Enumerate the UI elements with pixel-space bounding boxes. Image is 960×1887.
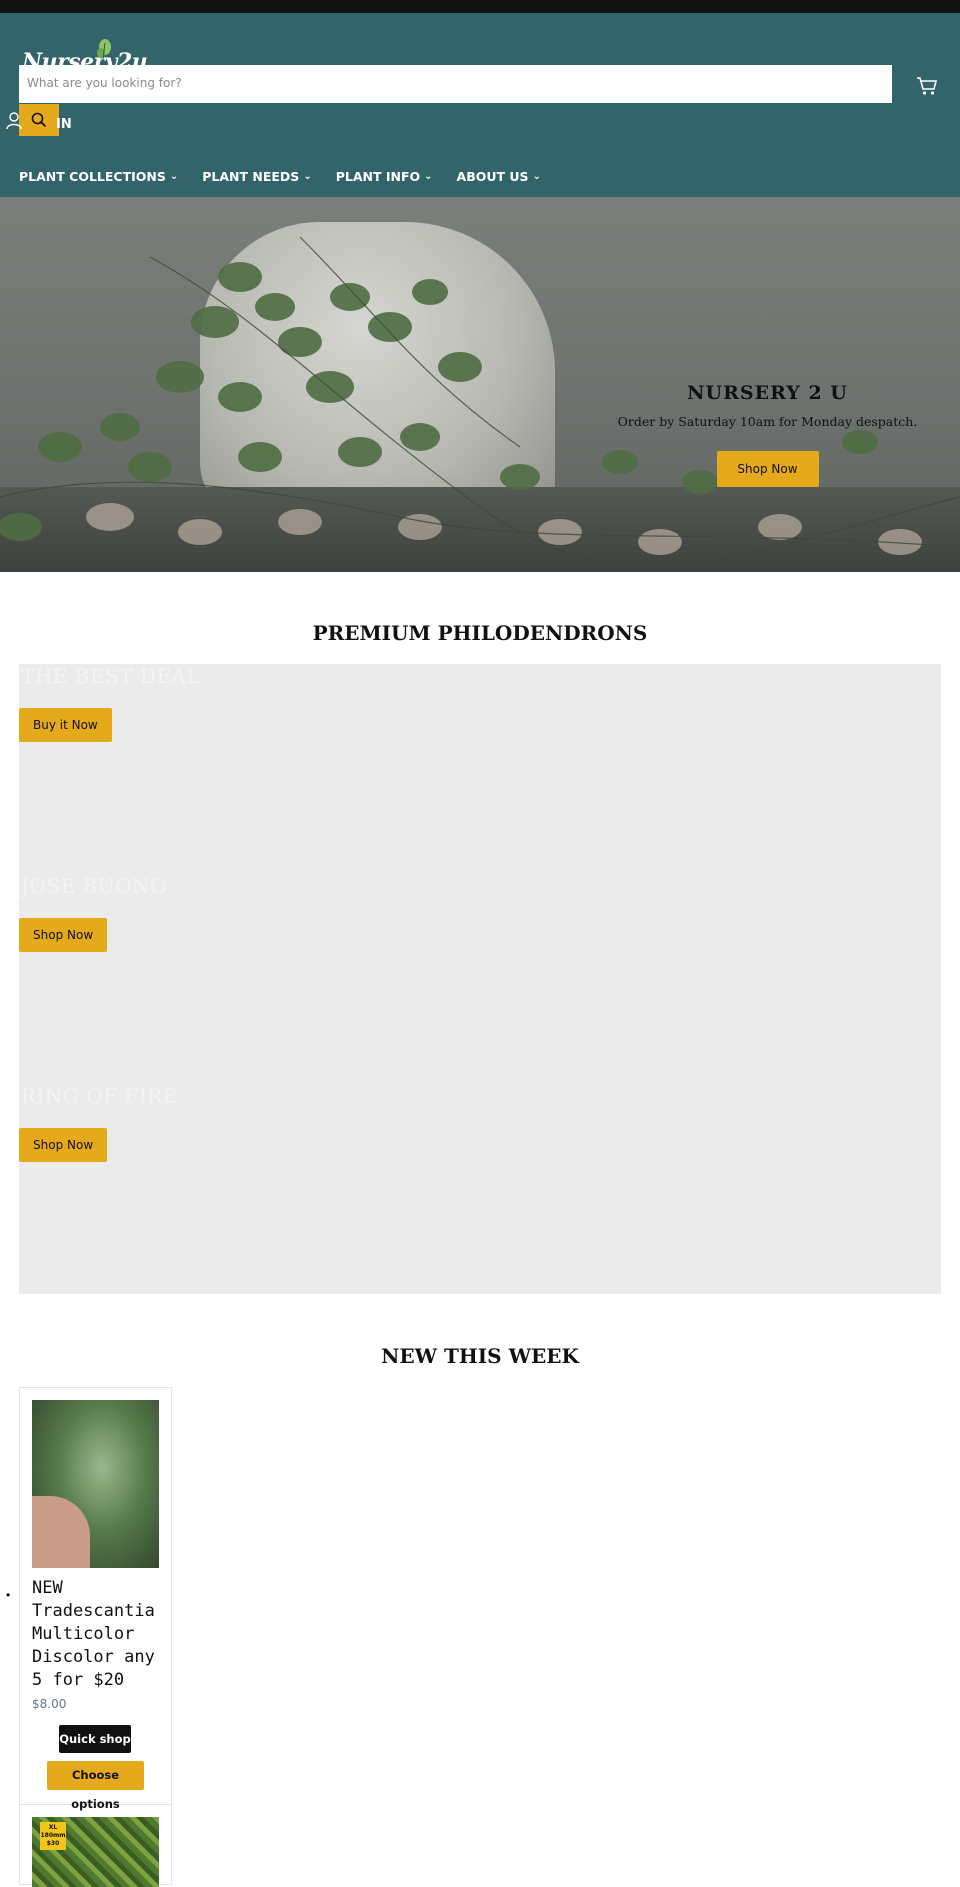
announcement-bar	[0, 0, 960, 13]
chevron-down-icon: ⌄	[532, 170, 541, 182]
leaf-icon	[97, 39, 111, 60]
nav-label: PLANT INFO	[335, 168, 421, 184]
philodendrons-slideshow: THE BEST DEAL Buy it Now JOSE BUONO Shop…	[19, 664, 941, 1294]
nav-plant-collections[interactable]: PLANT COLLECTIONS ⌄	[19, 166, 178, 186]
nav-label: PLANT COLLECTIONS	[19, 168, 166, 184]
size-price-badge: XL 180mm $30	[40, 1822, 66, 1850]
hero-shop-now-button[interactable]: Shop Now	[716, 451, 819, 487]
nav-label: ABOUT US	[456, 168, 529, 184]
slide-heading: RING OF FIRE	[21, 1084, 178, 1108]
buy-it-now-button[interactable]: Buy it Now	[19, 708, 112, 742]
shop-now-button[interactable]: Shop Now	[19, 1128, 108, 1162]
account-icon[interactable]	[6, 112, 22, 130]
choose-options-button[interactable]: Choose options	[47, 1761, 144, 1811]
badge-line: $30	[46, 1840, 60, 1847]
product-title[interactable]: NEW Tradescantia Multicolor Discolor any…	[32, 1577, 162, 1692]
nav-label: PLANT NEEDS	[202, 168, 300, 184]
hero-subtitle: Order by Saturday 10am for Monday despat…	[617, 414, 918, 429]
chevron-down-icon: ⌄	[303, 170, 312, 182]
slide-ring-of-fire: RING OF FIRE Shop Now	[19, 1084, 419, 1162]
product-card[interactable]: XL 180mm $30	[19, 1805, 172, 1887]
search-input[interactable]: What are you looking for?	[19, 65, 892, 103]
slide-best-deal: THE BEST DEAL Buy it Now	[19, 664, 419, 742]
philodendrons-title: PREMIUM PHILODENDRONS	[312, 621, 648, 645]
nav-about-us[interactable]: ABOUT US ⌄	[457, 166, 541, 186]
product-card[interactable]: • NEW Tradescantia Multicolor Discolor a…	[6, 1387, 172, 1811]
nav-plant-needs[interactable]: PLANT NEEDS ⌄	[202, 166, 311, 186]
main-nav: PLANT COLLECTIONS ⌄ PLANT NEEDS ⌄ PLANT IN…	[19, 166, 565, 186]
badge-line: XL	[48, 1824, 58, 1831]
slide-heading: JOSE BUONO	[21, 874, 167, 898]
nav-plant-info[interactable]: PLANT INFO ⌄	[336, 166, 433, 186]
hero-banner: NURSERY 2 U Order by Saturday 10am for M…	[0, 197, 960, 572]
cart-icon[interactable]	[916, 76, 938, 96]
product-image[interactable]	[32, 1400, 159, 1568]
chevron-down-icon: ⌄	[169, 170, 179, 182]
slide-jose-buono: JOSE BUONO Shop Now	[19, 874, 419, 952]
new-this-week-title: NEW THIS WEEK	[381, 1344, 579, 1368]
product-image-hand	[32, 1496, 90, 1568]
search-placeholder: What are you looking for?	[27, 76, 182, 90]
hero-title: NURSERY 2 U	[687, 382, 848, 404]
slide-heading: THE BEST DEAL	[21, 664, 201, 688]
account-label[interactable]: IN	[56, 117, 72, 132]
shop-now-button[interactable]: Shop Now	[19, 918, 108, 952]
product-price: $8.00	[32, 1697, 67, 1711]
quick-shop-button[interactable]: Quick shop	[59, 1725, 131, 1753]
search-icon	[31, 112, 47, 128]
hero-content: NURSERY 2 U Order by Saturday 10am for M…	[600, 382, 935, 487]
chevron-down-icon: ⌄	[424, 170, 433, 182]
search-button[interactable]	[19, 104, 59, 136]
product-image[interactable]: XL 180mm $30	[32, 1817, 159, 1887]
badge-line: 180mm	[40, 1832, 66, 1839]
list-bullet: •	[6, 1588, 11, 1602]
product-grid: • NEW Tradescantia Multicolor Discolor a…	[6, 1387, 172, 1887]
